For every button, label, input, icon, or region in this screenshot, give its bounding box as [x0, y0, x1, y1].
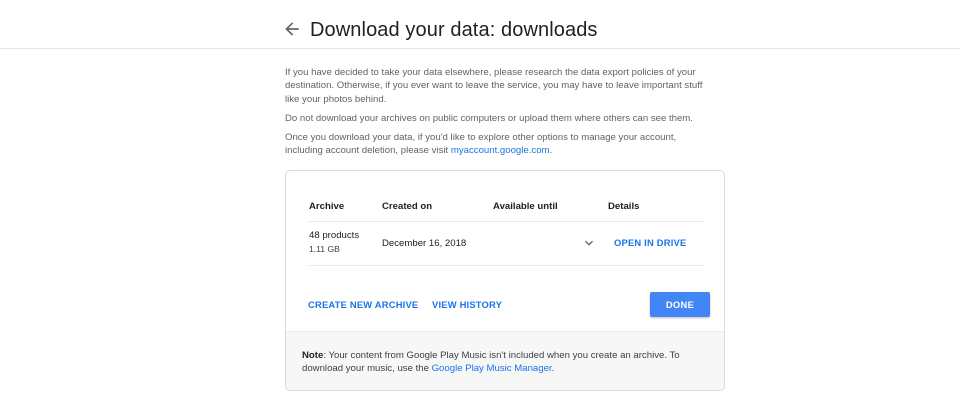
page-title: Download your data: downloads — [310, 19, 598, 41]
expand-row-button[interactable] — [581, 235, 597, 251]
note-panel: Note: Your content from Google Play Musi… — [286, 331, 724, 390]
column-header-archive: Archive — [309, 201, 345, 212]
view-history-button[interactable]: VIEW HISTORY — [432, 299, 502, 310]
column-header-created-on: Created on — [382, 201, 433, 212]
archive-created-on: December 16, 2018 — [382, 238, 467, 249]
myaccount-link[interactable]: myaccount.google.com — [451, 145, 550, 156]
note-text: Note: Your content from Google Play Musi… — [302, 349, 702, 376]
downloads-card: Archive Created on Available until Detai… — [285, 170, 725, 391]
column-header-details: Details — [608, 201, 640, 212]
intro-paragraph-public-computers: Do not download your archives on public … — [285, 112, 693, 124]
intro-paragraph-account: Once you download your data, if you'd li… — [285, 131, 715, 158]
chevron-down-icon — [585, 240, 593, 246]
header-divider — [308, 221, 705, 222]
note-end: . — [551, 363, 555, 375]
arrow-back-icon — [285, 22, 299, 36]
intro-account-end: . — [549, 145, 553, 157]
intro-paragraph-export-policy: If you have decided to take your data el… — [285, 67, 703, 105]
back-button[interactable] — [282, 19, 302, 39]
column-header-available-until: Available until — [493, 201, 558, 212]
create-new-archive-button[interactable]: CREATE NEW ARCHIVE — [308, 299, 418, 310]
page-header: Download your data: downloads — [0, 0, 960, 49]
row-divider — [308, 265, 705, 266]
done-button[interactable]: DONE — [650, 292, 710, 317]
archive-products: 48 products — [309, 230, 360, 241]
note-label: Note — [302, 350, 324, 361]
archive-size: 1.11 GB — [309, 244, 340, 254]
play-music-manager-link[interactable]: Google Play Music Manager — [432, 363, 552, 374]
open-in-drive-button[interactable]: OPEN IN DRIVE — [614, 237, 686, 248]
intro-text: If you have decided to take your data el… — [285, 66, 715, 163]
